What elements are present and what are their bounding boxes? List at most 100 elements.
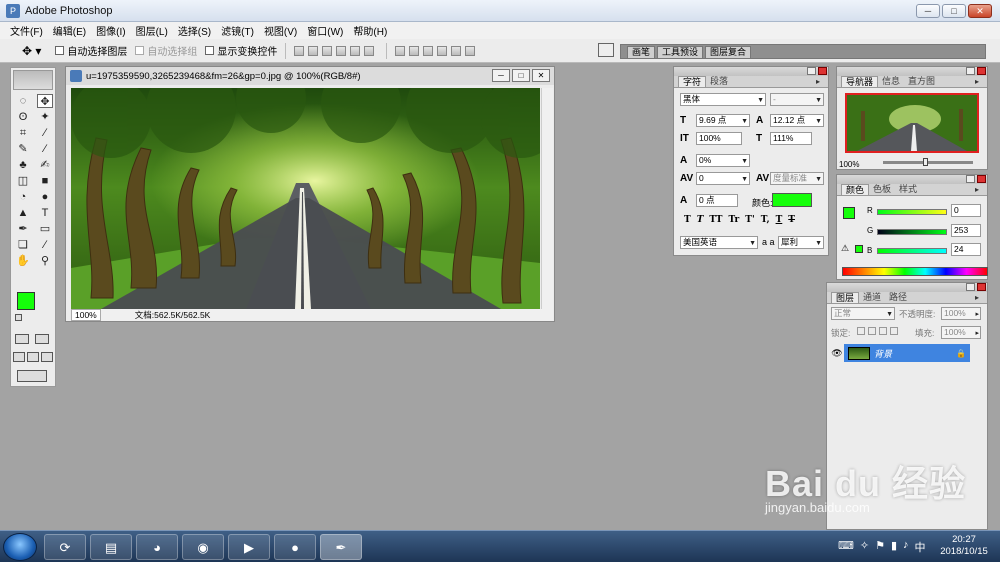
healing-brush-tool-icon[interactable]: ✎ [15, 142, 31, 156]
tab-histogram[interactable]: 直方图 [904, 76, 939, 87]
lock-position-icon[interactable] [879, 327, 887, 335]
flag-icon[interactable]: ⚑ [875, 539, 885, 555]
clone-stamp-tool-icon[interactable]: ♣ [15, 158, 31, 172]
g-value-field[interactable]: 253 [951, 224, 981, 237]
r-value-field[interactable]: 0 [951, 204, 981, 217]
panel-close-button[interactable] [818, 67, 827, 75]
tracking-field[interactable]: 0 ▼ [696, 172, 750, 185]
keyboard-icon[interactable]: ⌨ [838, 539, 854, 555]
default-colors-icon[interactable] [15, 314, 22, 321]
auto-select-layer-checkbox[interactable]: 自动选择图层 [55, 43, 127, 58]
tab-swatches[interactable]: 色板 [869, 184, 895, 195]
maximize-button[interactable]: □ [942, 4, 966, 18]
taskbar-firefox-icon[interactable]: ◉ [182, 534, 224, 560]
doc-close-button[interactable]: ✕ [532, 69, 550, 82]
distribute-left-icon[interactable] [437, 45, 448, 56]
distribute-right-icon[interactable] [465, 45, 476, 56]
font-style-select[interactable]: - ▼ [770, 93, 824, 106]
slice-tool-icon[interactable]: ∕ [37, 126, 53, 140]
history-brush-tool-icon[interactable]: ✍ [37, 158, 53, 172]
panel-minimize-button[interactable] [966, 67, 975, 75]
menu-edit[interactable]: 编辑(E) [53, 23, 86, 38]
screen-mode-full-icon[interactable] [41, 352, 53, 362]
pen-tool-icon[interactable]: ✒ [15, 222, 31, 236]
lock-all-icon[interactable] [890, 327, 898, 335]
blur-tool-icon[interactable]: ◔ [15, 190, 31, 204]
start-button[interactable] [3, 533, 37, 561]
menu-view[interactable]: 视图(V) [264, 23, 297, 38]
align-vcenter-icon[interactable] [308, 45, 319, 56]
zoom-field[interactable]: 100% [71, 309, 101, 321]
hand-tool-icon[interactable]: ✋ [15, 254, 31, 268]
system-clock[interactable]: 20:27 2018/10/15 [936, 534, 992, 558]
antialias-select[interactable]: 犀利 ▼ [778, 236, 824, 249]
layer-row-background[interactable]: 👁 背景 🔒 [830, 344, 970, 362]
type-tool-icon[interactable]: T [37, 206, 53, 220]
dodge-tool-icon[interactable]: ● [37, 190, 53, 204]
menu-file[interactable]: 文件(F) [10, 23, 43, 38]
tab-navigator[interactable]: 导航器 [841, 76, 879, 87]
panel-close-button[interactable] [977, 283, 986, 291]
align-right-icon[interactable] [364, 45, 375, 56]
jump-to-imageready-icon[interactable] [17, 370, 47, 382]
brush-tool-icon[interactable]: ∕ [37, 142, 53, 156]
subscript-button[interactable]: T, [761, 215, 770, 225]
color-fg-swatch[interactable] [843, 207, 855, 219]
tab-channels[interactable]: 通道 [859, 292, 885, 303]
taskbar-explorer-icon[interactable]: ▤ [90, 534, 132, 560]
move-tool-icon[interactable]: ✥ [37, 94, 53, 108]
distribute-hcenter-icon[interactable] [451, 45, 462, 56]
strikethrough-button[interactable]: T [788, 215, 795, 225]
lock-pixels-icon[interactable] [868, 327, 876, 335]
menu-image[interactable]: 图像(I) [96, 23, 125, 38]
marquee-tool-icon[interactable]: ◌ [15, 94, 31, 108]
foreground-color-swatch[interactable] [17, 292, 35, 310]
crop-tool-icon[interactable]: ⌗ [15, 126, 31, 140]
panel-minimize-button[interactable] [966, 175, 975, 183]
fill-field[interactable]: 100% ▸ [941, 326, 981, 339]
security-icon[interactable]: ✧ [860, 539, 869, 555]
screen-mode-full-menu-icon[interactable] [27, 352, 39, 362]
tab-info[interactable]: 信息 [878, 76, 904, 87]
network-icon[interactable]: ▮ [891, 539, 897, 555]
zoom-tool-icon[interactable]: ⚲ [37, 254, 53, 268]
color-spectrum-bar[interactable] [842, 267, 988, 276]
tab-styles[interactable]: 样式 [895, 184, 921, 195]
panel-menu-icon[interactable]: ▸ [812, 77, 824, 88]
leading-field[interactable]: 12.12 点 ▼ [770, 114, 824, 127]
navigator-zoom-value[interactable]: 100% [839, 160, 859, 169]
blend-mode-select[interactable]: 正常 ▼ [831, 307, 895, 320]
g-slider[interactable] [877, 229, 947, 235]
b-slider[interactable] [877, 248, 947, 254]
menu-select[interactable]: 选择(S) [178, 23, 211, 38]
panel-menu-icon[interactable]: ▸ [971, 77, 983, 88]
distribute-top-icon[interactable] [395, 45, 406, 56]
gradient-tool-icon[interactable]: ■ [37, 174, 53, 188]
volume-icon[interactable]: ♪ [903, 539, 909, 555]
zoom-slider-thumb[interactable] [923, 158, 928, 166]
small-caps-button[interactable]: Tr [728, 215, 739, 225]
align-hcenter-icon[interactable] [350, 45, 361, 56]
eyedropper-tool-icon[interactable]: ∕ [37, 238, 53, 252]
kerning-pct-field[interactable]: 0% ▼ [696, 154, 750, 167]
distribute-vcenter-icon[interactable] [409, 45, 420, 56]
align-bottom-icon[interactable] [322, 45, 333, 56]
panel-menu-icon[interactable]: ▸ [971, 293, 983, 304]
lock-transparency-icon[interactable] [857, 327, 865, 335]
panel-minimize-button[interactable] [966, 283, 975, 291]
taskbar-360-icon[interactable]: ⟳ [44, 534, 86, 560]
tab-character[interactable]: 字符 [678, 76, 707, 87]
tab-paragraph[interactable]: 段落 [706, 76, 732, 87]
well-tab-brushes[interactable]: 画笔 [627, 46, 656, 58]
distribute-bottom-icon[interactable] [423, 45, 434, 56]
menu-layer[interactable]: 图层(L) [136, 23, 168, 38]
doc-size-info[interactable]: 文档:562.5K/562.5K [135, 309, 211, 321]
taskbar-photoshop-icon[interactable]: ✒ [320, 534, 362, 560]
menu-window[interactable]: 窗口(W) [307, 23, 343, 38]
canvas-image[interactable] [71, 88, 540, 309]
menu-help[interactable]: 帮助(H) [353, 23, 387, 38]
ime-icon[interactable]: 中 [915, 539, 926, 555]
screen-mode-standard-icon[interactable] [13, 352, 25, 362]
panel-close-button[interactable] [977, 175, 986, 183]
faux-bold-button[interactable]: T [684, 215, 691, 225]
